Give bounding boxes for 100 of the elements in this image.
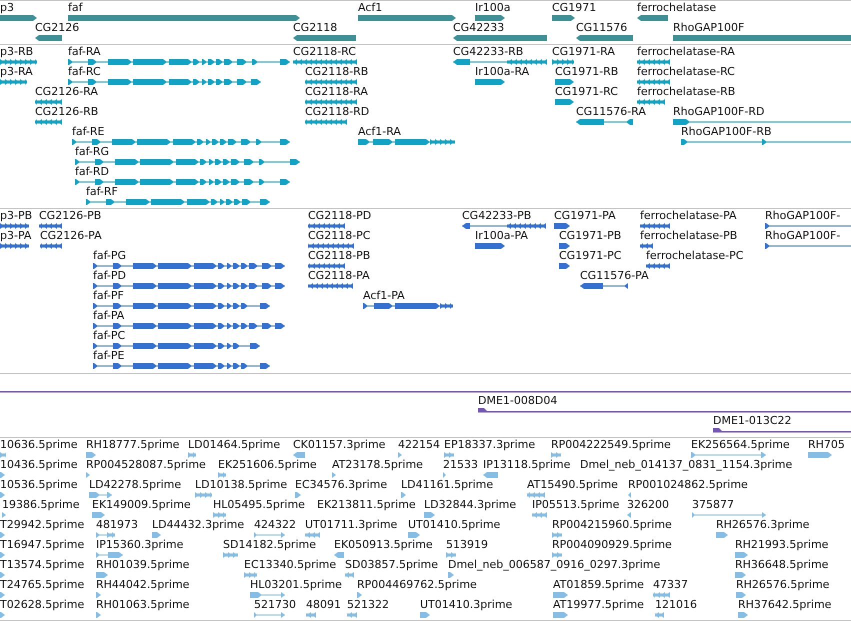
est-alignment[interactable] bbox=[86, 451, 96, 459]
gene-bar[interactable] bbox=[68, 14, 300, 22]
est-alignment[interactable] bbox=[398, 451, 402, 459]
protein-model[interactable] bbox=[93, 262, 285, 270]
gene-bar[interactable] bbox=[293, 34, 356, 42]
est-alignment[interactable] bbox=[408, 531, 420, 539]
transcript-model[interactable] bbox=[555, 78, 574, 86]
est-alignment[interactable] bbox=[551, 451, 561, 459]
est-alignment[interactable] bbox=[653, 591, 670, 599]
transcript-model[interactable] bbox=[305, 98, 357, 106]
transcript-model[interactable] bbox=[681, 138, 851, 146]
protein-model[interactable] bbox=[765, 242, 851, 250]
est-alignment[interactable] bbox=[424, 511, 435, 519]
est-alignment[interactable] bbox=[735, 551, 748, 559]
transcript-model[interactable] bbox=[637, 78, 670, 86]
est-alignment[interactable] bbox=[213, 511, 226, 519]
transcript-model[interactable] bbox=[637, 58, 670, 66]
transcript-model[interactable] bbox=[673, 118, 851, 126]
est-alignment[interactable] bbox=[553, 591, 568, 599]
est-alignment[interactable] bbox=[2, 511, 6, 519]
gene-bar[interactable] bbox=[0, 14, 37, 22]
est-alignment[interactable] bbox=[735, 571, 746, 579]
est-alignment[interactable] bbox=[627, 511, 631, 519]
est-alignment[interactable] bbox=[293, 451, 305, 459]
est-alignment[interactable] bbox=[96, 551, 123, 559]
est-alignment[interactable] bbox=[347, 611, 357, 619]
est-alignment[interactable] bbox=[254, 611, 285, 619]
gene-bar[interactable] bbox=[35, 34, 62, 42]
est-alignment[interactable] bbox=[628, 491, 631, 499]
est-alignment[interactable] bbox=[96, 571, 108, 579]
transcript-model[interactable] bbox=[552, 58, 574, 66]
transcript-model[interactable] bbox=[305, 78, 357, 86]
est-alignment[interactable] bbox=[334, 551, 344, 559]
est-alignment[interactable] bbox=[86, 471, 90, 479]
protein-model[interactable] bbox=[559, 242, 570, 250]
est-alignment[interactable] bbox=[532, 511, 547, 519]
transcript-model[interactable] bbox=[637, 98, 665, 106]
gene-bar[interactable] bbox=[576, 34, 633, 42]
est-alignment[interactable] bbox=[92, 511, 105, 519]
est-alignment[interactable] bbox=[223, 551, 238, 559]
protein-model[interactable] bbox=[640, 222, 670, 230]
est-alignment[interactable] bbox=[295, 491, 301, 499]
gene-bar[interactable] bbox=[552, 14, 575, 22]
est-alignment[interactable] bbox=[0, 611, 5, 619]
est-alignment[interactable] bbox=[738, 611, 748, 619]
transcript-model[interactable] bbox=[305, 118, 347, 126]
est-alignment[interactable] bbox=[195, 491, 212, 499]
transcript-model[interactable] bbox=[475, 78, 505, 86]
est-alignment[interactable] bbox=[692, 511, 766, 519]
transcript-model[interactable] bbox=[68, 58, 290, 66]
protein-model[interactable] bbox=[40, 242, 62, 250]
protein-model[interactable] bbox=[363, 302, 453, 310]
protein-model[interactable] bbox=[462, 222, 546, 230]
transcript-model[interactable] bbox=[453, 58, 547, 66]
protein-model[interactable] bbox=[0, 222, 29, 230]
gene-bar[interactable] bbox=[673, 34, 851, 42]
transcript-model[interactable] bbox=[75, 178, 290, 186]
transcript-model[interactable] bbox=[576, 118, 633, 126]
gene-bar[interactable] bbox=[637, 14, 668, 22]
protein-model[interactable] bbox=[93, 362, 270, 370]
protein-model[interactable] bbox=[93, 302, 270, 310]
est-alignment[interactable] bbox=[96, 531, 115, 539]
est-alignment[interactable] bbox=[716, 531, 728, 539]
est-alignment[interactable] bbox=[345, 571, 354, 579]
protein-model[interactable] bbox=[559, 262, 570, 270]
est-alignment[interactable] bbox=[0, 591, 5, 599]
est-alignment[interactable] bbox=[401, 491, 406, 499]
clone-span[interactable] bbox=[713, 427, 851, 435]
est-alignment[interactable] bbox=[483, 471, 498, 479]
transcript-model[interactable] bbox=[35, 118, 62, 126]
est-alignment[interactable] bbox=[96, 591, 101, 599]
est-alignment[interactable] bbox=[0, 571, 5, 579]
est-alignment[interactable] bbox=[736, 591, 746, 599]
protein-model[interactable] bbox=[0, 242, 29, 250]
protein-model[interactable] bbox=[554, 222, 570, 230]
protein-model[interactable] bbox=[475, 242, 505, 250]
protein-model[interactable] bbox=[646, 262, 670, 270]
est-alignment[interactable] bbox=[552, 531, 562, 539]
protein-model[interactable] bbox=[640, 242, 653, 250]
est-alignment[interactable] bbox=[250, 591, 285, 599]
est-alignment[interactable] bbox=[305, 531, 320, 539]
transcript-model[interactable] bbox=[86, 198, 270, 206]
est-alignment[interactable] bbox=[0, 471, 5, 479]
est-alignment[interactable] bbox=[96, 611, 101, 619]
protein-model[interactable] bbox=[308, 242, 354, 250]
gene-bar[interactable] bbox=[453, 34, 547, 42]
est-alignment[interactable] bbox=[527, 491, 545, 499]
est-alignment[interactable] bbox=[553, 611, 568, 619]
transcript-model[interactable] bbox=[293, 58, 357, 66]
gene-bar[interactable] bbox=[358, 14, 456, 22]
est-alignment[interactable] bbox=[0, 551, 5, 559]
transcript-model[interactable] bbox=[72, 138, 290, 146]
protein-model[interactable] bbox=[308, 282, 353, 290]
protein-model[interactable] bbox=[580, 282, 628, 290]
protein-model[interactable] bbox=[765, 222, 851, 230]
transcript-model[interactable] bbox=[555, 98, 574, 106]
est-alignment[interactable] bbox=[0, 491, 5, 499]
transcript-model[interactable] bbox=[358, 138, 455, 146]
est-alignment[interactable] bbox=[420, 611, 430, 619]
est-alignment[interactable] bbox=[188, 451, 196, 459]
